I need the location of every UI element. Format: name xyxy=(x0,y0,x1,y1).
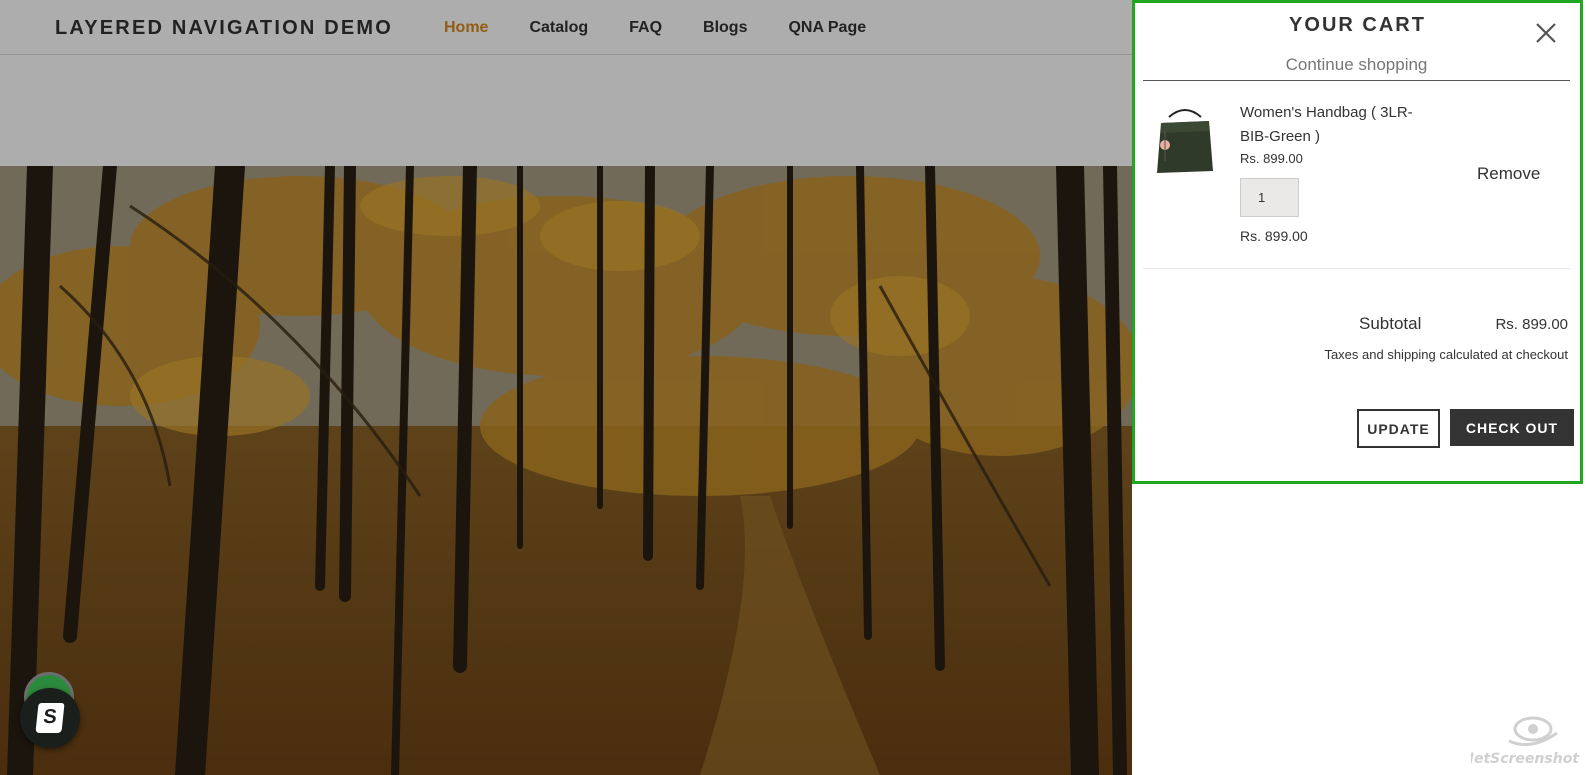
subtotal-value: Rs. 899.00 xyxy=(1495,316,1568,333)
page-dim-overlay[interactable] xyxy=(0,0,1132,775)
screen: LAYERED NAVIGATION DEMO Home Catalog FAQ… xyxy=(0,0,1587,775)
tax-shipping-note: Taxes and shipping calculated at checkou… xyxy=(1324,347,1568,362)
jetscreenshot-watermark-logo: JetScreenshot xyxy=(1471,716,1580,767)
cart-title: YOUR CART xyxy=(1289,14,1426,36)
cart-drawer: YOUR CART Continue shopping Women's Hand… xyxy=(1132,0,1587,775)
product-title-link[interactable]: Women's Handbag ( 3LR-BIB-Green ) xyxy=(1240,101,1440,149)
cart-line-item: Women's Handbag ( 3LR-BIB-Green ) Rs. 89… xyxy=(1143,99,1570,269)
product-unit-price: Rs. 899.00 xyxy=(1240,151,1303,166)
store-page: LAYERED NAVIGATION DEMO Home Catalog FAQ… xyxy=(0,0,1132,775)
continue-shopping-link[interactable]: Continue shopping xyxy=(1143,55,1570,81)
close-icon[interactable] xyxy=(1534,21,1558,45)
product-thumbnail[interactable] xyxy=(1151,101,1219,177)
update-cart-button[interactable]: UPDATE xyxy=(1357,409,1440,448)
subtotal-label: Subtotal xyxy=(1359,314,1422,333)
shopify-bag-icon[interactable]: S xyxy=(20,688,80,748)
line-total-price: Rs. 899.00 xyxy=(1240,228,1308,244)
watermark-text: JetScreenshot xyxy=(1471,751,1580,767)
quantity-input[interactable] xyxy=(1240,178,1299,217)
checkout-button[interactable]: CHECK OUT xyxy=(1450,409,1574,446)
remove-item-link[interactable]: Remove xyxy=(1477,164,1540,184)
cart-panel: YOUR CART Continue shopping Women's Hand… xyxy=(1132,0,1583,484)
